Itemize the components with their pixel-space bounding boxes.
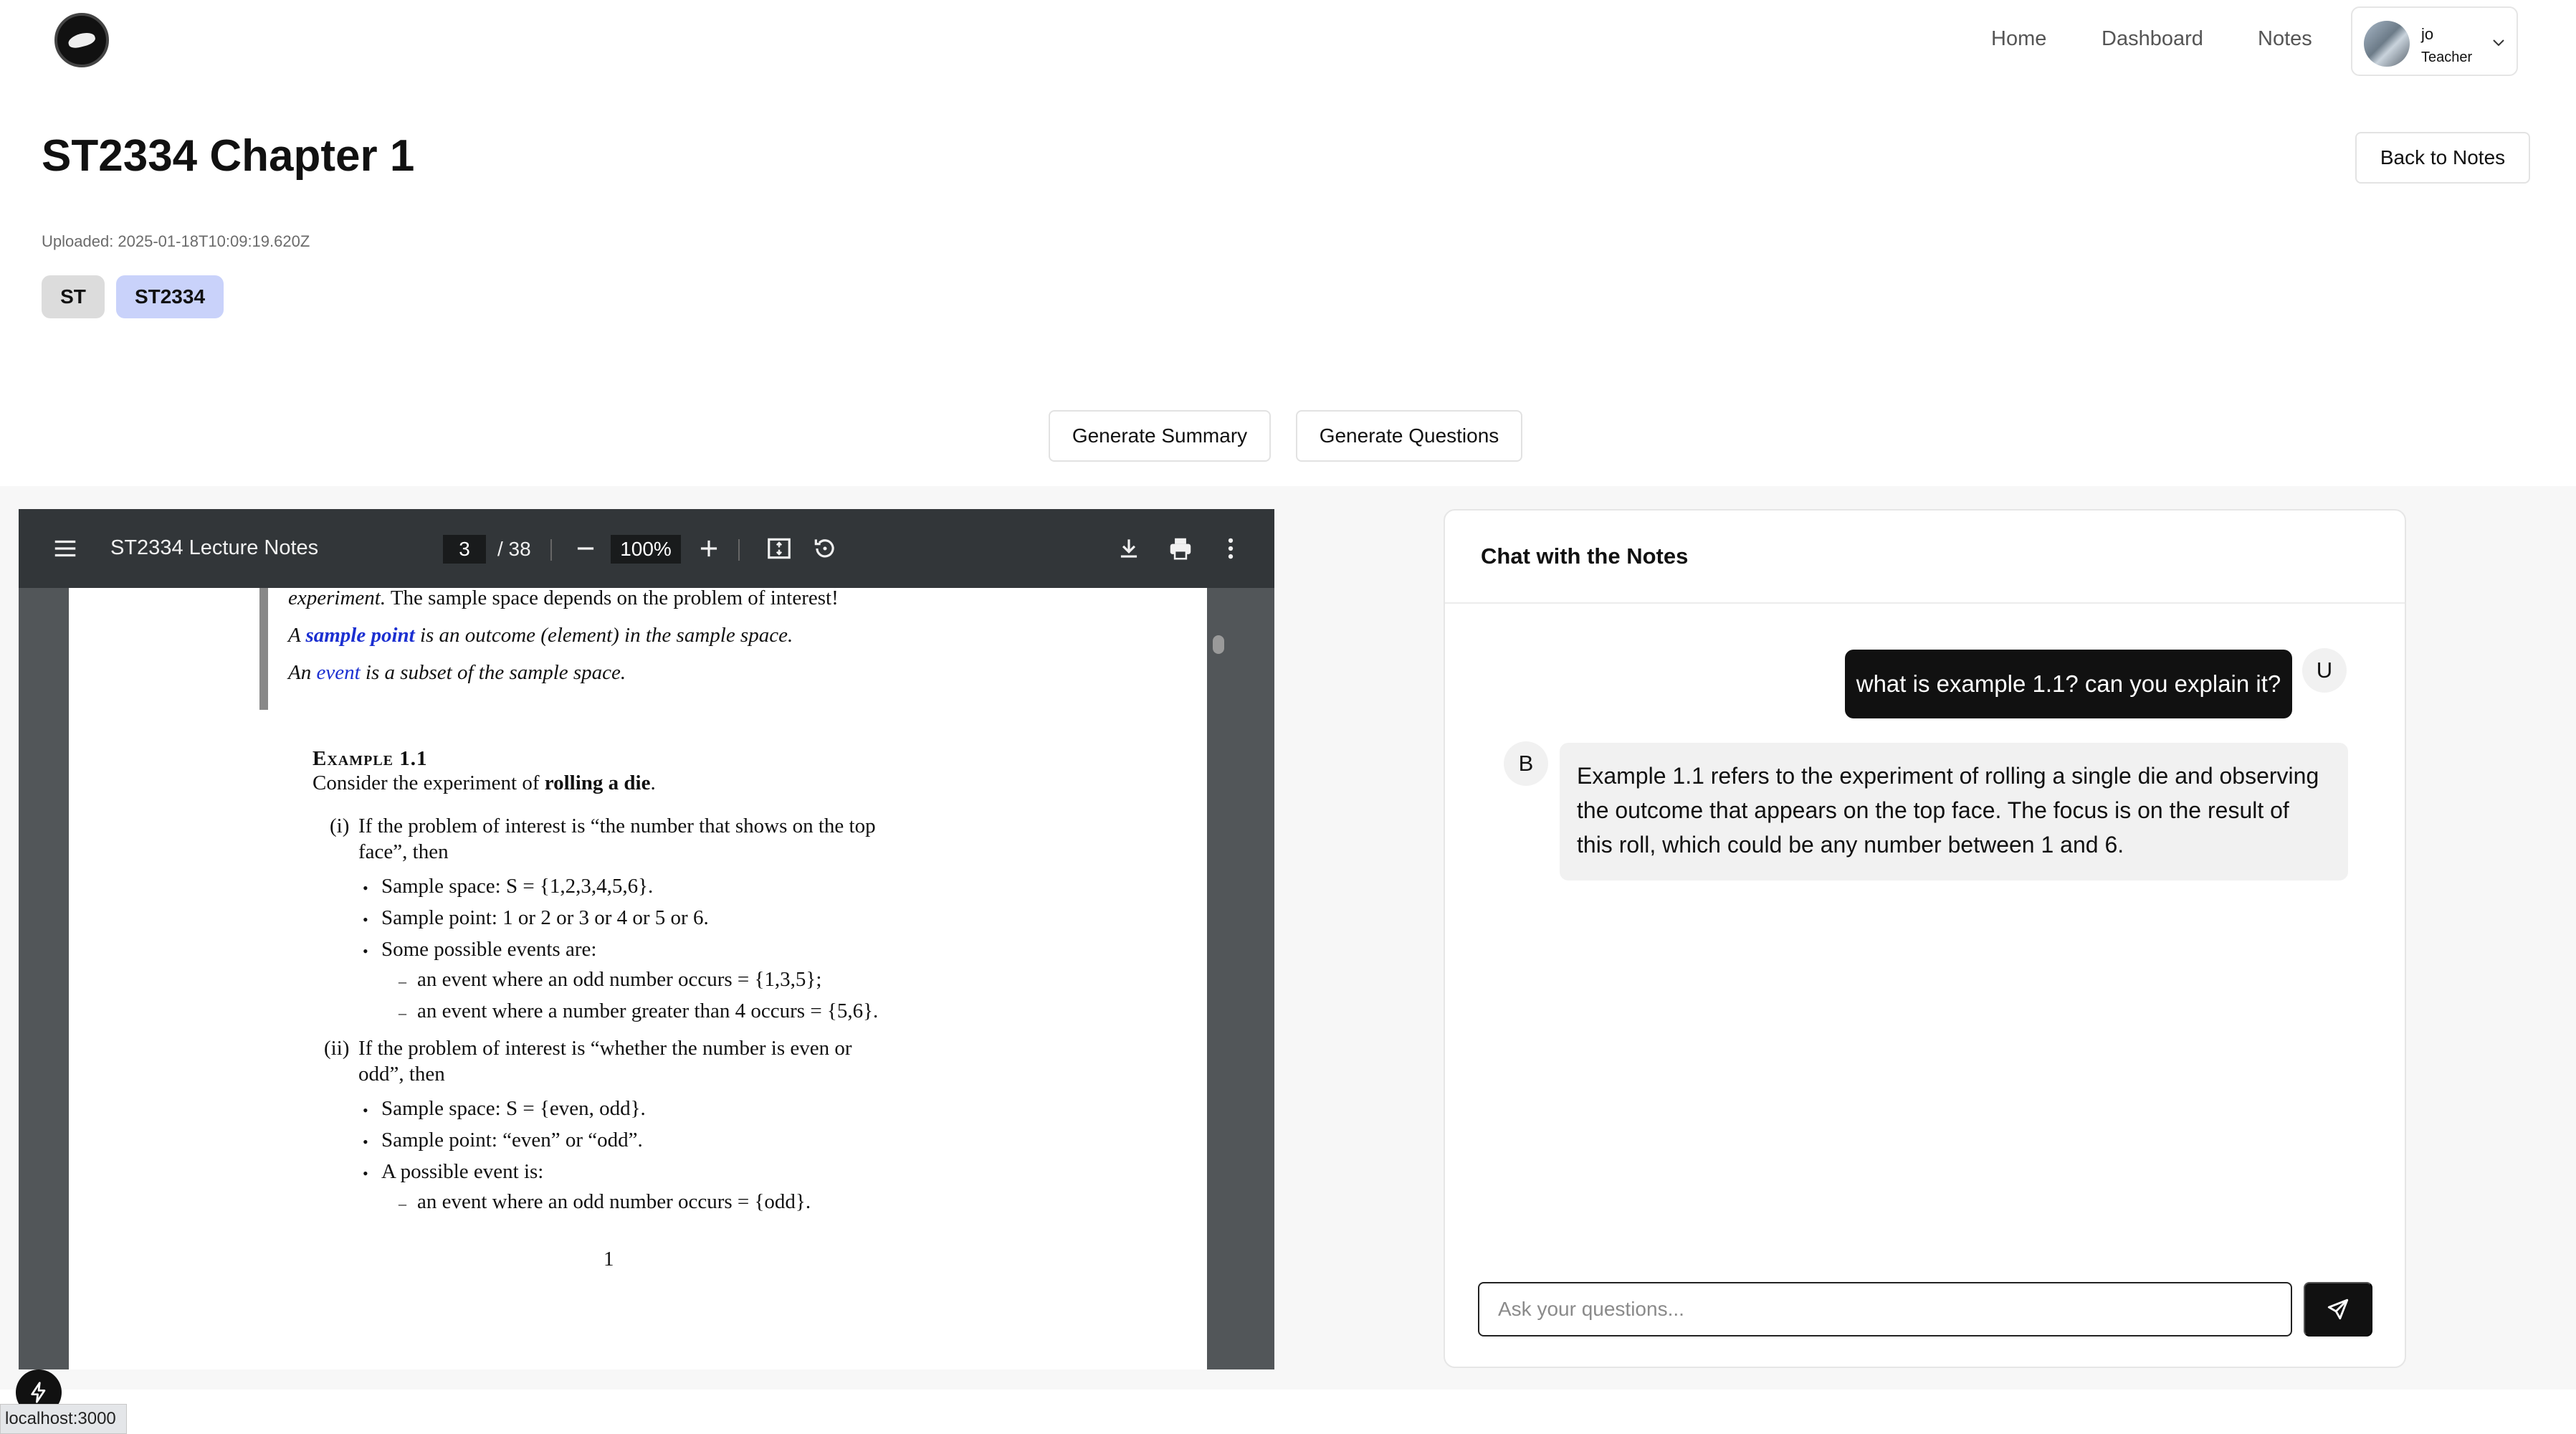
- user-menu-button[interactable]: jo Teacher: [2351, 6, 2518, 76]
- list-number: (i): [330, 815, 350, 837]
- list-item: Some possible events are:: [381, 938, 597, 961]
- pdf-title: ST2334 Lecture Notes: [110, 536, 319, 559]
- user-name: jo: [2421, 25, 2434, 43]
- send-button[interactable]: [2304, 1282, 2372, 1336]
- zoom-input[interactable]: 100%: [611, 535, 681, 564]
- list-item: Sample point: “even” or “odd”.: [381, 1129, 643, 1152]
- nav-home-link[interactable]: Home: [1991, 27, 2046, 51]
- upload-timestamp: Uploaded: 2025-01-18T10:09:19.620Z: [42, 232, 310, 250]
- chat-panel: Chat with the Notes what is example 1.1?…: [1444, 509, 2406, 1368]
- list-item: Sample space: S = {1,2,3,4,5,6}.: [381, 875, 654, 898]
- definition-bar: [259, 588, 268, 710]
- page-title: ST2334 Chapter 1: [42, 131, 415, 181]
- minus-icon[interactable]: [572, 535, 599, 562]
- user-role: Teacher: [2421, 49, 2473, 65]
- pdf-text-line: If the problem of interest is “the numbe…: [358, 815, 876, 837]
- top-navbar: Home Dashboard Notes jo Teacher: [0, 0, 2576, 79]
- pdf-page-number: 1: [604, 1248, 614, 1271]
- page-total: / 38: [497, 538, 531, 560]
- list-item: Sample space: S = {even, odd}.: [381, 1097, 646, 1120]
- generate-questions-button[interactable]: Generate Questions: [1296, 410, 1522, 462]
- nav-notes-link[interactable]: Notes: [2258, 27, 2312, 51]
- pdf-text-line: experiment. The sample space depends on …: [288, 587, 839, 609]
- pdf-text-line: odd”, then: [358, 1063, 445, 1086]
- status-url: localhost:3000: [0, 1404, 127, 1434]
- generate-summary-button[interactable]: Generate Summary: [1049, 410, 1271, 462]
- rotate-icon[interactable]: [811, 535, 839, 562]
- user-message: what is example 1.1? can you explain it?: [1845, 650, 2292, 718]
- pdf-text-line: face”, then: [358, 840, 449, 863]
- tag-badge[interactable]: ST: [42, 275, 105, 318]
- pdf-text-line: Consider the experiment of rolling a die…: [313, 771, 656, 794]
- send-icon: [2327, 1298, 2349, 1320]
- chat-title: Chat with the Notes: [1481, 543, 1689, 569]
- chevron-down-icon: [2493, 39, 2504, 47]
- pdf-viewer[interactable]: ST2334 Lecture Notes 3 / 38 100% experim…: [19, 509, 1274, 1369]
- list-item: an event where an odd number occurs = {o…: [417, 1190, 811, 1213]
- print-icon[interactable]: [1167, 535, 1194, 562]
- pdf-text-line: A sample point is an outcome (element) i…: [288, 624, 793, 647]
- tag-badge[interactable]: ST2334: [116, 275, 224, 318]
- list-number: (ii): [324, 1037, 350, 1060]
- back-to-notes-button[interactable]: Back to Notes: [2355, 132, 2530, 184]
- bot-message: Example 1.1 refers to the experiment of …: [1560, 743, 2348, 880]
- pdf-toolbar: ST2334 Lecture Notes 3 / 38 100%: [19, 509, 1274, 588]
- pdf-text-line: If the problem of interest is “whether t…: [358, 1037, 852, 1060]
- list-item: Sample point: 1 or 2 or 3 or 4 or 5 or 6…: [381, 906, 709, 929]
- page-number-input[interactable]: 3: [443, 535, 486, 564]
- example-heading: Example 1.1: [313, 747, 428, 770]
- avatar: [2364, 21, 2410, 67]
- menu-icon[interactable]: [52, 535, 79, 562]
- list-item: A possible event is:: [381, 1160, 544, 1183]
- download-icon[interactable]: [1115, 535, 1142, 562]
- list-item: an event where an odd number occurs = {1…: [417, 968, 822, 991]
- pdf-text-line: An event is a subset of the sample space…: [288, 661, 626, 684]
- plus-icon[interactable]: [695, 535, 722, 562]
- pdf-scrollbar[interactable]: [1213, 635, 1224, 654]
- lightning-icon: [31, 1382, 46, 1403]
- bot-avatar: B: [1504, 741, 1548, 786]
- app-logo[interactable]: [54, 13, 109, 67]
- user-avatar: U: [2302, 648, 2347, 693]
- chat-input[interactable]: [1478, 1282, 2292, 1336]
- more-vertical-icon[interactable]: [1217, 535, 1244, 562]
- list-item: an event where a number greater than 4 o…: [417, 999, 879, 1022]
- fit-page-icon[interactable]: [765, 535, 793, 562]
- nav-dashboard-link[interactable]: Dashboard: [2102, 27, 2203, 51]
- pdf-page: experiment. The sample space depends on …: [69, 587, 1207, 1369]
